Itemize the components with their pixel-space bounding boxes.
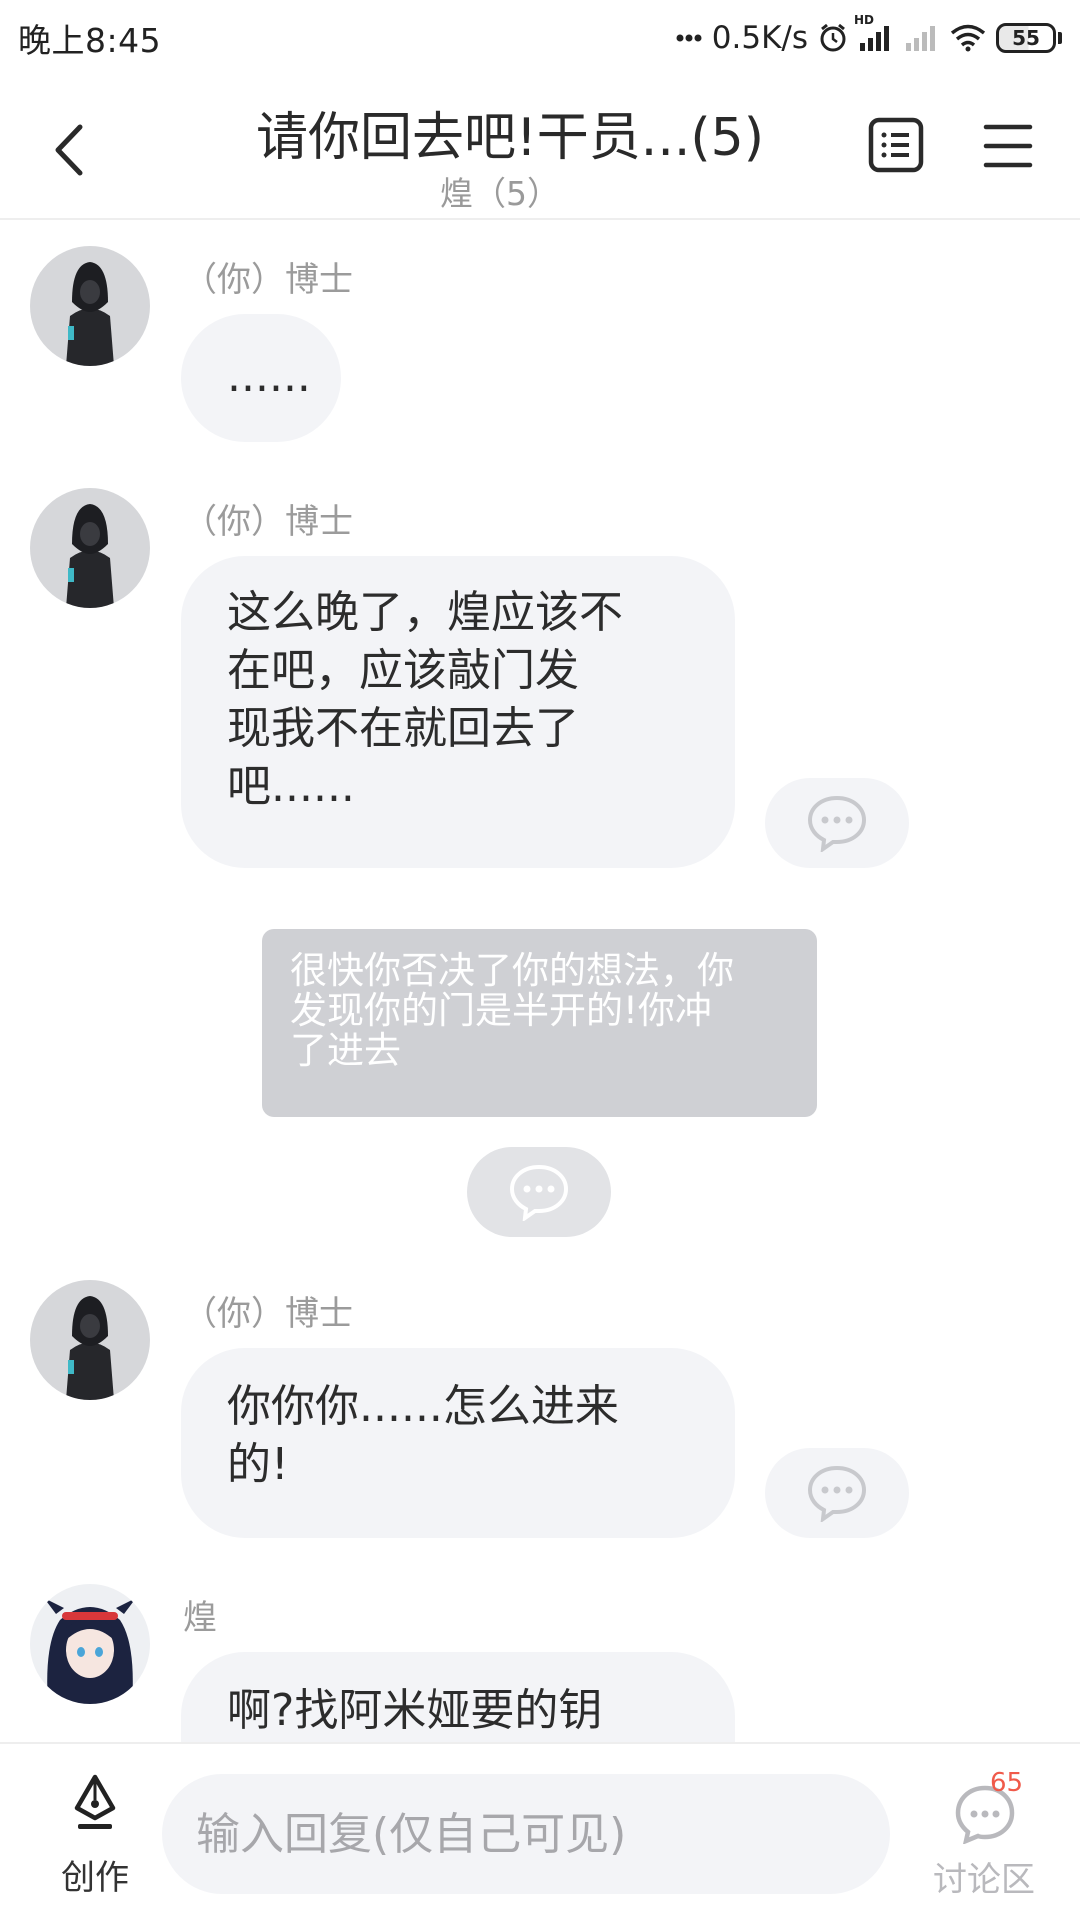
- sender-name: （你）博士: [183, 260, 353, 300]
- sender-name: （你）博士: [183, 502, 353, 542]
- avatar-doctor[interactable]: [30, 488, 150, 608]
- comment-bubble-icon: [807, 795, 867, 852]
- pen-nib-icon: [74, 1774, 116, 1829]
- signal-weak-icon: [904, 23, 940, 53]
- narration-comment-button[interactable]: [467, 1147, 611, 1237]
- back-button[interactable]: [38, 115, 98, 185]
- story-title: 请你回去吧!干员...(5): [255, 108, 765, 168]
- doctor-avatar-image: [30, 488, 150, 608]
- avatar-doctor[interactable]: [30, 246, 150, 366]
- battery-level: 55: [996, 22, 1056, 53]
- message-text: 啊?找阿米娅要的钥: [227, 1685, 603, 1736]
- comment-bubble-icon: [509, 1164, 569, 1221]
- message-bubble[interactable]: 这么晚了，煌应该不 在吧，应该敲门发 现我不在就回去了 吧......: [181, 556, 735, 868]
- reply-input[interactable]: [162, 1774, 890, 1894]
- chat-story-screen: 晚上8:45 0.5K/s HD 55 请你回去吧!干员...(5) 煌（5） …: [0, 0, 1080, 1920]
- chapter-list-button[interactable]: [868, 117, 924, 173]
- chevron-left-icon: [55, 124, 83, 176]
- narration-card[interactable]: 很快你否决了你的想法，你 发现你的门是半开的!你冲 了进去: [262, 929, 817, 1117]
- message-text: ......: [227, 351, 311, 402]
- comment-bubble-icon: [807, 1465, 867, 1522]
- blaze-avatar-image: [30, 1584, 150, 1704]
- create-label: 创作: [61, 1858, 129, 1898]
- battery-icon: 55: [996, 22, 1062, 53]
- message-bubble[interactable]: ......: [181, 314, 341, 442]
- battery-tip: [1058, 31, 1062, 44]
- signal-icon: HD: [854, 13, 894, 53]
- status-time: 晚上8:45: [18, 20, 162, 60]
- discussion-label: 讨论区: [933, 1860, 1035, 1900]
- list-icon: [868, 117, 924, 173]
- dots-icon: [676, 33, 702, 43]
- avatar-doctor[interactable]: [30, 1280, 150, 1400]
- discussion-count-badge: 65: [990, 1768, 1024, 1798]
- more-menu-button[interactable]: [982, 121, 1034, 171]
- status-icons: 0.5K/s HD 55: [676, 13, 1062, 56]
- create-button[interactable]: 创作: [40, 1772, 150, 1902]
- avatar-blaze[interactable]: [30, 1584, 150, 1704]
- doctor-avatar-image: [30, 246, 150, 366]
- message-text: 这么晚了，煌应该不 在吧，应该敲门发 现我不在就回去了 吧......: [227, 587, 623, 812]
- wifi-icon: [950, 23, 986, 53]
- doctor-avatar-image: [30, 1280, 150, 1400]
- signal-hd-label: HD: [854, 12, 875, 27]
- message-text: 你你你......怎么进来 的!: [227, 1381, 619, 1490]
- comment-button[interactable]: [765, 778, 909, 868]
- sender-name: 煌: [183, 1598, 217, 1638]
- network-speed: 0.5K/s: [711, 19, 808, 56]
- message-bubble[interactable]: 啊?找阿米娅要的钥: [181, 1652, 735, 1742]
- menu-icon: [983, 124, 1033, 168]
- bottom-bar: 创作 65 讨论区: [0, 1742, 1080, 1920]
- discussion-button[interactable]: 65 讨论区: [918, 1768, 1058, 1908]
- alarm-icon: [818, 23, 848, 53]
- story-subtitle: 煌（5）: [440, 174, 560, 213]
- comment-button[interactable]: [765, 1448, 909, 1538]
- message-bubble[interactable]: 你你你......怎么进来 的!: [181, 1348, 735, 1538]
- sender-name: （你）博士: [183, 1294, 353, 1334]
- status-bar: 晚上8:45 0.5K/s HD 55: [0, 0, 1080, 75]
- chat-header: 请你回去吧!干员...(5) 煌（5）: [0, 75, 1080, 220]
- chat-message-list[interactable]: （你）博士 ...... （你）博士 这么晚了，煌应该不 在吧，应该敲门发 现我…: [0, 222, 1080, 1742]
